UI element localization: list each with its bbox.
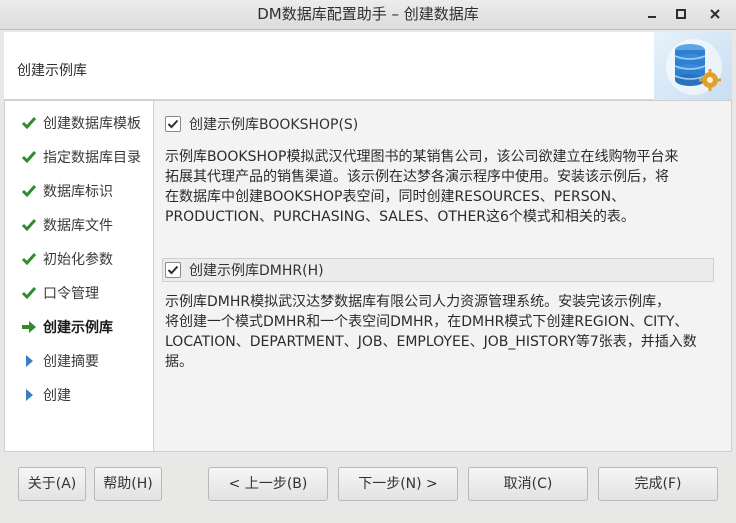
triangle-right-icon bbox=[21, 387, 37, 403]
dmhr-checkbox-row[interactable]: 创建示例库DMHR(H) bbox=[165, 259, 324, 281]
dmhr-description: 示例库DMHR模拟武汉达梦数据库有限公司人力资源管理系统。安装完该示例库， 将创… bbox=[165, 292, 717, 372]
check-icon bbox=[21, 149, 37, 165]
description-line: 将创建一个模式DMHR和一个表空间DMHR，在DMHR模式下创建REGION、C… bbox=[165, 314, 689, 330]
finish-button[interactable]: 完成(F) bbox=[598, 467, 718, 501]
sidebar-item-create[interactable]: 创建 bbox=[5, 381, 154, 411]
check-icon bbox=[21, 251, 37, 267]
sidebar-item-summary[interactable]: 创建摘要 bbox=[5, 347, 154, 377]
bookshop-checkbox[interactable] bbox=[165, 116, 181, 132]
sidebar-item-init-params[interactable]: 初始化参数 bbox=[5, 245, 154, 275]
description-line: 据。 bbox=[165, 354, 193, 370]
triangle-right-icon bbox=[21, 353, 37, 369]
dmhr-checkbox[interactable] bbox=[165, 262, 181, 278]
sidebar-item-password[interactable]: 口令管理 bbox=[5, 279, 154, 309]
close-icon[interactable] bbox=[704, 3, 726, 25]
maximize-icon[interactable] bbox=[670, 3, 692, 25]
sidebar-item-sample-db[interactable]: 创建示例库 bbox=[5, 313, 154, 343]
check-icon bbox=[21, 115, 37, 131]
about-button[interactable]: 关于(A) bbox=[18, 467, 86, 501]
window-title: DM数据库配置助手 – 创建数据库 bbox=[257, 5, 479, 23]
description-line: LOCATION、DEPARTMENT、JOB、EMPLOYEE、JOB_HIS… bbox=[165, 334, 697, 350]
bookshop-checkbox-row[interactable]: 创建示例库BOOKSHOP(S) bbox=[165, 113, 358, 135]
arrow-right-icon bbox=[21, 319, 37, 335]
sidebar-item-label: 初始化参数 bbox=[43, 252, 113, 268]
description-line: 示例库BOOKSHOP模拟武汉代理图书的某销售公司，该公司欲建立在线购物平台来 bbox=[165, 149, 679, 165]
check-icon bbox=[21, 183, 37, 199]
help-button[interactable]: 帮助(H) bbox=[94, 467, 162, 501]
sidebar-item-db-files[interactable]: 数据库文件 bbox=[5, 211, 154, 241]
cancel-button[interactable]: 取消(C) bbox=[468, 467, 588, 501]
back-button[interactable]: < 上一步(B) bbox=[208, 467, 328, 501]
minimize-icon[interactable] bbox=[641, 3, 663, 25]
header-banner: 创建示例库 bbox=[4, 32, 732, 100]
sidebar-item-label: 口令管理 bbox=[43, 286, 99, 302]
wizard-body: 创建数据库模板 指定数据库目录 数据库标识 数据库文件 初始化参数 口令管理 创… bbox=[4, 100, 732, 452]
sidebar-item-label: 指定数据库目录 bbox=[43, 150, 141, 166]
description-line: PRODUCTION、PURCHASING、SALES、OTHER这6个模式和相… bbox=[165, 209, 635, 225]
sidebar-item-label: 创建 bbox=[43, 388, 71, 404]
sidebar-item-label: 创建示例库 bbox=[43, 320, 113, 336]
checkmark-icon bbox=[167, 119, 179, 129]
description-line: 拓展其代理产品的销售渠道。该示例在达梦各演示程序中使用。安装该示例后，将 bbox=[165, 169, 669, 185]
sidebar-item-label: 创建摘要 bbox=[43, 354, 99, 370]
next-button[interactable]: 下一步(N) > bbox=[338, 467, 458, 501]
sidebar-item-label: 数据库文件 bbox=[43, 218, 113, 234]
check-icon bbox=[21, 285, 37, 301]
sidebar-item-db-identity[interactable]: 数据库标识 bbox=[5, 177, 154, 207]
bookshop-description: 示例库BOOKSHOP模拟武汉代理图书的某销售公司，该公司欲建立在线购物平台来 … bbox=[165, 147, 717, 227]
page-title: 创建示例库 bbox=[17, 63, 87, 79]
sidebar-item-label: 数据库标识 bbox=[43, 184, 113, 200]
checkmark-icon bbox=[167, 265, 179, 275]
check-icon bbox=[21, 217, 37, 233]
sidebar-item-label: 创建数据库模板 bbox=[43, 116, 141, 132]
title-bar: DM数据库配置助手 – 创建数据库 bbox=[0, 0, 736, 30]
sidebar-item-db-directory[interactable]: 指定数据库目录 bbox=[5, 143, 154, 173]
description-line: 示例库DMHR模拟武汉达梦数据库有限公司人力资源管理系统。安装完该示例库， bbox=[165, 294, 671, 310]
content-panel: 创建示例库BOOKSHOP(S) 示例库BOOKSHOP模拟武汉代理图书的某销售… bbox=[155, 101, 731, 451]
database-gear-icon bbox=[660, 36, 728, 102]
steps-sidebar: 创建数据库模板 指定数据库目录 数据库标识 数据库文件 初始化参数 口令管理 创… bbox=[5, 101, 154, 451]
dmhr-checkbox-label[interactable]: 创建示例库DMHR(H) bbox=[189, 260, 324, 280]
sidebar-item-create-template[interactable]: 创建数据库模板 bbox=[5, 109, 154, 139]
bookshop-checkbox-label[interactable]: 创建示例库BOOKSHOP(S) bbox=[189, 114, 358, 134]
description-line: 在数据库中创建BOOKSHOP表空间，同时创建RESOURCES、PERSON、 bbox=[165, 189, 626, 205]
